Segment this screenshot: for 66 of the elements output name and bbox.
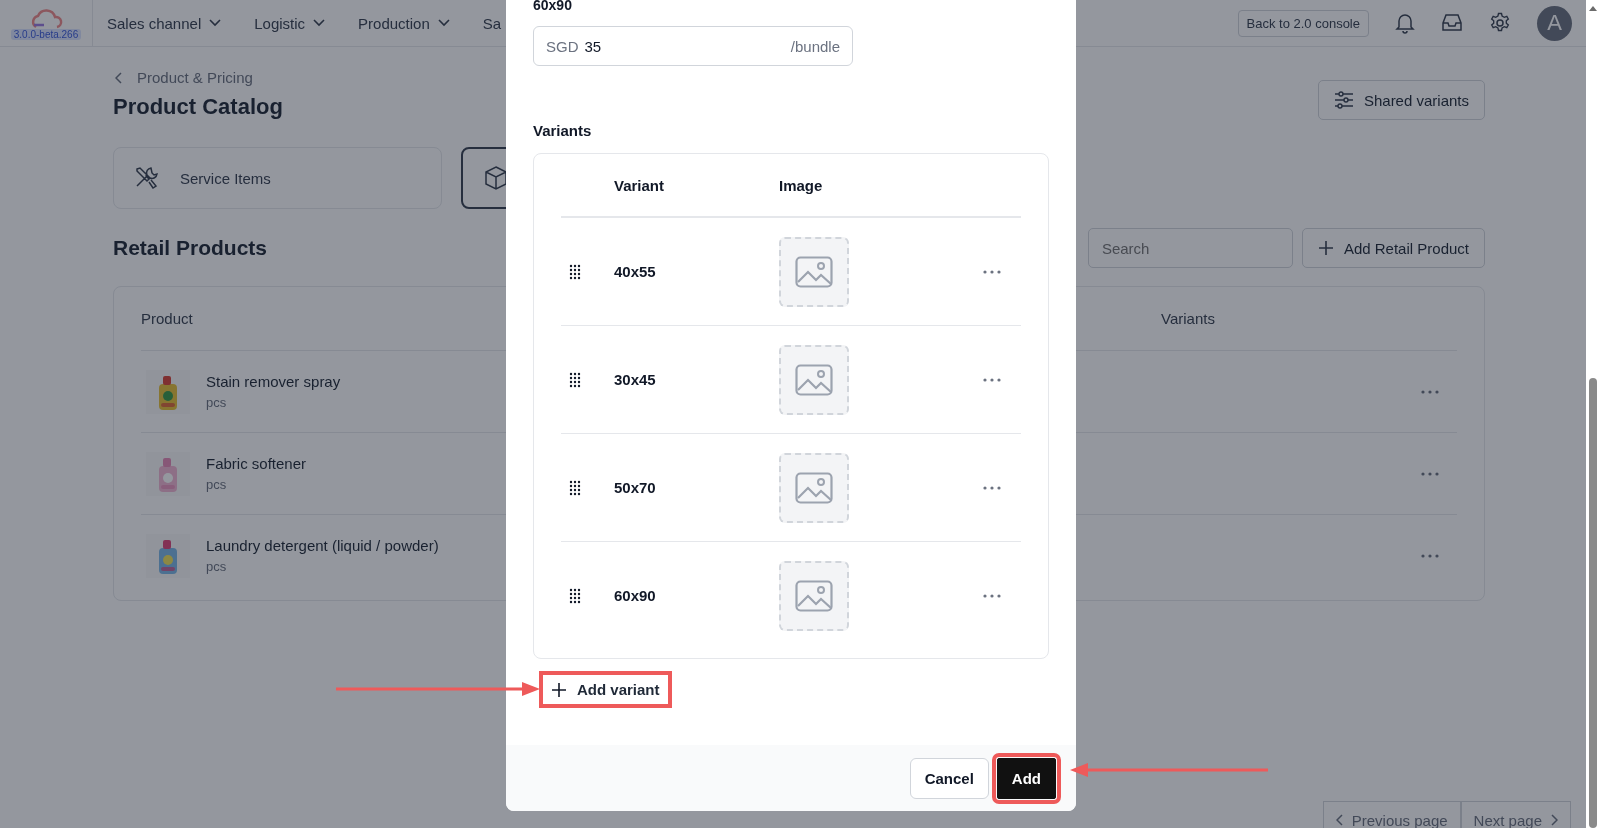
- more-options-icon[interactable]: [1421, 553, 1439, 558]
- next-page-button[interactable]: Next page: [1460, 801, 1571, 828]
- variant-name: 60x90: [614, 587, 657, 604]
- image-icon: [795, 471, 833, 504]
- product-name[interactable]: Laundry detergent (liquid / powder): [206, 537, 439, 554]
- drag-handle-icon[interactable]: [569, 479, 581, 496]
- chevron-left-icon: [1335, 814, 1344, 826]
- nav-menu[interactable]: Sa: [482, 14, 517, 32]
- category-card[interactable]: Service Items: [113, 147, 442, 209]
- variants-label: Variants: [533, 122, 592, 139]
- scroll-up-icon[interactable]: [1588, 4, 1598, 12]
- back-to-console-button[interactable]: Back to 2.0 console: [1237, 9, 1369, 37]
- inbox-icon[interactable]: [1441, 13, 1463, 33]
- chevron-right-icon: [1550, 814, 1558, 826]
- field-label: 60x90: [533, 0, 572, 14]
- version-badge: 3.0.0-beta.266: [10, 28, 82, 40]
- variant-name: 50x70: [614, 479, 657, 496]
- price-field[interactable]: SGD 35 /bundle: [533, 26, 853, 66]
- variant-name: 30x45: [614, 371, 657, 388]
- column-header: Image: [779, 176, 823, 194]
- settings-icon[interactable]: [1489, 12, 1511, 34]
- previous-page-button[interactable]: Previous page: [1322, 801, 1461, 828]
- chevron-down-icon: [209, 19, 222, 27]
- image-icon: [795, 255, 833, 288]
- column-header: Variant: [614, 176, 666, 194]
- nav-menu[interactable]: Production: [358, 14, 465, 32]
- more-options-icon[interactable]: [983, 593, 1001, 598]
- add-variant-button[interactable]: Add variant: [539, 671, 672, 708]
- add-retail-product-button[interactable]: Add Retail Product: [1301, 228, 1485, 268]
- cube-icon: [483, 165, 509, 191]
- chevron-down-icon: [437, 19, 450, 27]
- drag-handle-icon[interactable]: [569, 371, 581, 388]
- product-unit: pcs: [206, 477, 228, 492]
- scrollbar[interactable]: [1586, 0, 1600, 828]
- shared-variants-button[interactable]: Shared variants: [1317, 80, 1485, 120]
- image-icon: [795, 363, 833, 396]
- product-unit: pcs: [206, 395, 228, 410]
- plus-icon: [1317, 240, 1334, 256]
- tools-icon: [134, 165, 160, 191]
- nav-menu[interactable]: Sales channel: [107, 14, 237, 32]
- drag-handle-icon[interactable]: [569, 587, 581, 604]
- product-unit: pcs: [206, 559, 228, 574]
- cancel-button[interactable]: Cancel: [909, 757, 989, 799]
- plus-icon: [551, 681, 567, 698]
- product-name[interactable]: Stain remover spray: [206, 373, 341, 390]
- more-options-icon[interactable]: [983, 269, 1001, 274]
- more-options-icon[interactable]: [1421, 389, 1439, 394]
- sliders-icon: [1333, 91, 1354, 109]
- drag-handle-icon[interactable]: [569, 263, 581, 280]
- back-link[interactable]: Product & Pricing: [115, 69, 283, 86]
- search-field[interactable]: Search: [1087, 228, 1293, 268]
- more-options-icon[interactable]: [983, 485, 1001, 490]
- more-options-icon[interactable]: [983, 377, 1001, 382]
- image-icon: [795, 579, 833, 612]
- column-header: Variants: [1161, 310, 1215, 327]
- product-name[interactable]: Fabric softener: [206, 455, 307, 472]
- bell-icon[interactable]: [1395, 12, 1415, 34]
- user-avatar[interactable]: A: [1537, 5, 1572, 41]
- section-title: Retail Products: [113, 236, 268, 260]
- page-title: Product Catalog: [113, 94, 283, 120]
- nav-menu[interactable]: Logistic: [254, 14, 341, 32]
- chevron-down-icon: [313, 19, 326, 27]
- chevron-left-icon: [115, 71, 123, 84]
- more-options-icon[interactable]: [1421, 471, 1439, 476]
- column-header: Product: [141, 310, 194, 327]
- variant-name: 40x55: [614, 263, 657, 280]
